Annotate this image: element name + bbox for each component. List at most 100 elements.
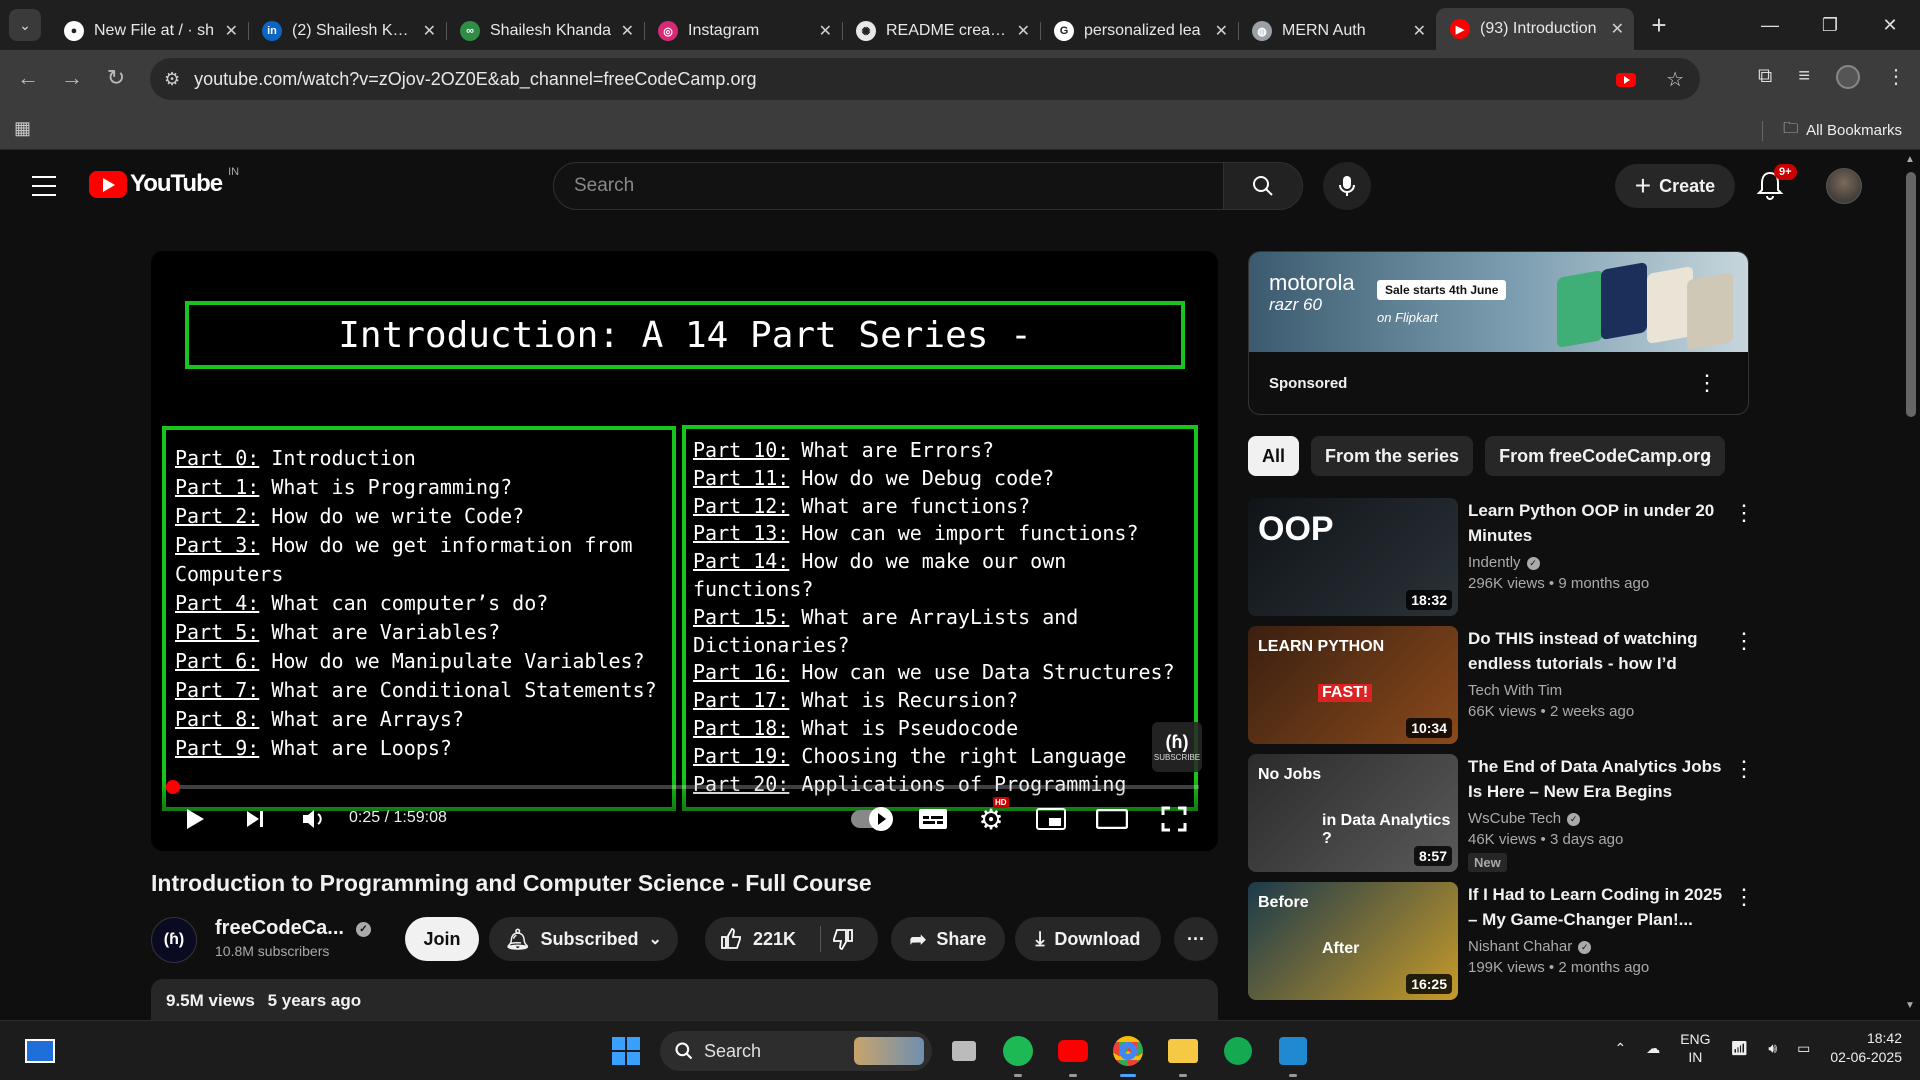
vscode-icon[interactable] xyxy=(1277,1035,1309,1077)
tab-close-icon[interactable]: ✕ xyxy=(819,21,832,41)
video-title-link[interactable]: The End of Data Analytics Jobs Is Here –… xyxy=(1468,754,1724,804)
speaker-icon[interactable]: 🔊︎ xyxy=(1768,1040,1777,1057)
scroll-down-arrow-icon[interactable]: ▼ xyxy=(1905,1000,1915,1011)
search-input[interactable] xyxy=(574,175,1223,197)
filter-chip[interactable]: From the series xyxy=(1311,436,1474,476)
video-title-link[interactable]: Learn Python OOP in under 20 Minutes xyxy=(1468,498,1724,548)
recommended-video[interactable]: No Jobs in Data Analytics ? 8:57 The End of… xyxy=(1248,754,1768,872)
video-channel[interactable]: WsCube Tech ✓ xyxy=(1468,810,1724,827)
thumbs-down-icon[interactable] xyxy=(831,927,855,951)
share-button[interactable]: ➦ Share xyxy=(891,917,1005,961)
youtube-pwa-icon[interactable] xyxy=(1057,1035,1089,1077)
filter-chip[interactable]: From freeCodeCamp.org xyxy=(1485,436,1726,476)
url-text[interactable]: youtube.com/watch?v=zOjov-2OZ0E&ab_chann… xyxy=(194,69,756,90)
chrome-icon[interactable] xyxy=(1112,1035,1144,1077)
youtube-app-icon[interactable] xyxy=(1616,72,1637,87)
tray-overflow-chevron-icon[interactable]: ⌃ xyxy=(1614,1040,1626,1057)
video-player[interactable]: Introduction: A 14 Part Series - Part 0:… xyxy=(151,251,1218,851)
scroll-up-arrow-icon[interactable]: ▲ xyxy=(1905,154,1915,165)
video-thumbnail[interactable]: LEARN PYTHON FAST! 10:34 xyxy=(1248,626,1458,744)
back-button[interactable]: ← xyxy=(6,56,50,100)
channel-watermark[interactable]: (ɦ) SUBSCRIBE xyxy=(1152,722,1202,772)
browser-tab[interactable]: ▶ (93) Introduction ✕ xyxy=(1436,8,1634,50)
clock[interactable]: 18:42 02-06-2025 xyxy=(1830,1029,1902,1067)
search-box[interactable] xyxy=(553,162,1224,210)
video-channel[interactable]: Nishant Chahar ✓ xyxy=(1468,938,1724,955)
video-thumbnail[interactable]: No Jobs in Data Analytics ? 8:57 xyxy=(1248,754,1458,872)
minimize-icon[interactable]: — xyxy=(1740,0,1800,50)
video-channel[interactable]: Tech With Tim xyxy=(1468,682,1724,699)
browser-tab[interactable]: ∞ Shailesh Khanda ✕ xyxy=(446,12,644,50)
scrubber-knob[interactable] xyxy=(166,780,180,794)
next-button[interactable] xyxy=(239,801,271,837)
restore-icon[interactable]: ❐ xyxy=(1800,0,1860,50)
chevron-right-icon[interactable]: › xyxy=(1704,442,1711,468)
tab-close-icon[interactable]: ✕ xyxy=(1611,19,1624,39)
progress-bar[interactable] xyxy=(166,780,1199,794)
autoplay-toggle[interactable] xyxy=(849,801,893,837)
account-avatar[interactable] xyxy=(1826,168,1862,204)
settings-button[interactable]: ⚙ HD xyxy=(973,797,1009,837)
like-button[interactable]: 221K xyxy=(705,917,878,961)
youtube-logo[interactable]: YouTube IN xyxy=(89,166,239,198)
tab-close-icon[interactable]: ✕ xyxy=(1413,21,1426,41)
widgets-icon[interactable] xyxy=(24,1035,56,1067)
star-bookmark-icon[interactable]: ☆ xyxy=(1666,67,1684,92)
tab-close-icon[interactable]: ✕ xyxy=(423,21,436,41)
new-tab-button[interactable]: + xyxy=(1642,8,1676,42)
browser-tab[interactable]: ◍ MERN Auth ✕ xyxy=(1238,12,1436,50)
tab-close-icon[interactable]: ✕ xyxy=(621,21,634,41)
page-scrollbar[interactable]: ▲ ▼ xyxy=(1900,150,1920,1020)
ad-menu-icon[interactable]: ⋮ xyxy=(1696,370,1718,396)
create-button[interactable]: + Create xyxy=(1615,164,1735,208)
browser-tab[interactable]: ◎ Instagram ✕ xyxy=(644,12,842,50)
subscribed-button[interactable]: 🔔︎ Subscribed ⌄ xyxy=(489,917,678,961)
miniplayer-button[interactable] xyxy=(1033,801,1069,837)
site-info-icon[interactable]: ⚙ xyxy=(164,69,180,90)
volume-button[interactable] xyxy=(296,801,332,837)
browser-tab[interactable]: ✺ README creation ✕ xyxy=(842,12,1040,50)
video-menu-icon[interactable]: ⋮ xyxy=(1733,500,1755,526)
recommended-video[interactable]: Before After 16:25 If I Had to Learn Coding… xyxy=(1248,882,1768,1000)
video-menu-icon[interactable]: ⋮ xyxy=(1733,628,1755,654)
video-thumbnail[interactable]: Before After 16:25 xyxy=(1248,882,1458,1000)
channel-name[interactable]: freeCodeCa... xyxy=(215,917,344,940)
reload-button[interactable]: ↻ xyxy=(94,56,138,100)
ad-banner[interactable]: motorola razr 60 Sale starts 4th June on… xyxy=(1249,252,1748,352)
media-control-icon[interactable]: ≡ xyxy=(1798,65,1810,88)
video-channel[interactable]: Indently ✓ xyxy=(1468,554,1724,571)
description-box[interactable]: 9.5M views 5 years ago xyxy=(151,979,1218,1020)
spotify-icon[interactable] xyxy=(1002,1035,1034,1077)
input-language[interactable]: ENG IN xyxy=(1680,1030,1710,1066)
join-button[interactable]: Join xyxy=(405,917,479,961)
battery-icon[interactable]: ▭ xyxy=(1797,1040,1810,1057)
apps-grid-icon[interactable]: ▦ xyxy=(14,118,31,139)
scrollbar-thumb[interactable] xyxy=(1906,172,1916,417)
tray-app-icon[interactable]: ☁ xyxy=(1646,1040,1660,1057)
video-thumbnail[interactable]: OOP 18:32 xyxy=(1248,498,1458,616)
recommended-video[interactable]: LEARN PYTHON FAST! 10:34 Do THIS instead of… xyxy=(1248,626,1768,744)
close-window-icon[interactable]: ✕ xyxy=(1860,0,1920,50)
more-actions-button[interactable]: ··· xyxy=(1174,917,1218,961)
video-menu-icon[interactable]: ⋮ xyxy=(1733,884,1755,910)
mongodb-compass-icon[interactable] xyxy=(1222,1035,1254,1067)
play-button[interactable] xyxy=(179,801,211,837)
video-title-link[interactable]: Do THIS instead of watching endless tuto… xyxy=(1468,626,1724,676)
tab-close-icon[interactable]: ✕ xyxy=(1215,21,1228,41)
profile-avatar[interactable] xyxy=(1836,64,1860,89)
omnibox[interactable]: ⚙ youtube.com/watch?v=zOjov-2OZ0E&ab_cha… xyxy=(150,58,1700,100)
wifi-icon[interactable]: 📶︎ xyxy=(1731,1040,1749,1057)
file-explorer-icon[interactable] xyxy=(1167,1035,1199,1077)
taskbar-search[interactable]: Search xyxy=(660,1031,932,1071)
tab-close-icon[interactable]: ✕ xyxy=(225,21,238,41)
extensions-puzzle-icon[interactable]: ⧉ xyxy=(1758,65,1772,88)
sponsored-ad[interactable]: motorola razr 60 Sale starts 4th June on… xyxy=(1248,251,1749,415)
task-view-icon[interactable] xyxy=(948,1035,980,1067)
notifications-button[interactable]: 9+ xyxy=(1756,164,1797,200)
captions-button[interactable] xyxy=(915,801,951,837)
voice-search-button[interactable] xyxy=(1323,162,1371,210)
forward-button[interactable]: → xyxy=(50,56,94,100)
windows-start-icon[interactable] xyxy=(610,1035,642,1067)
menu-hamburger-icon[interactable] xyxy=(32,176,56,203)
download-button[interactable]: ⤓ Download xyxy=(1015,917,1161,961)
